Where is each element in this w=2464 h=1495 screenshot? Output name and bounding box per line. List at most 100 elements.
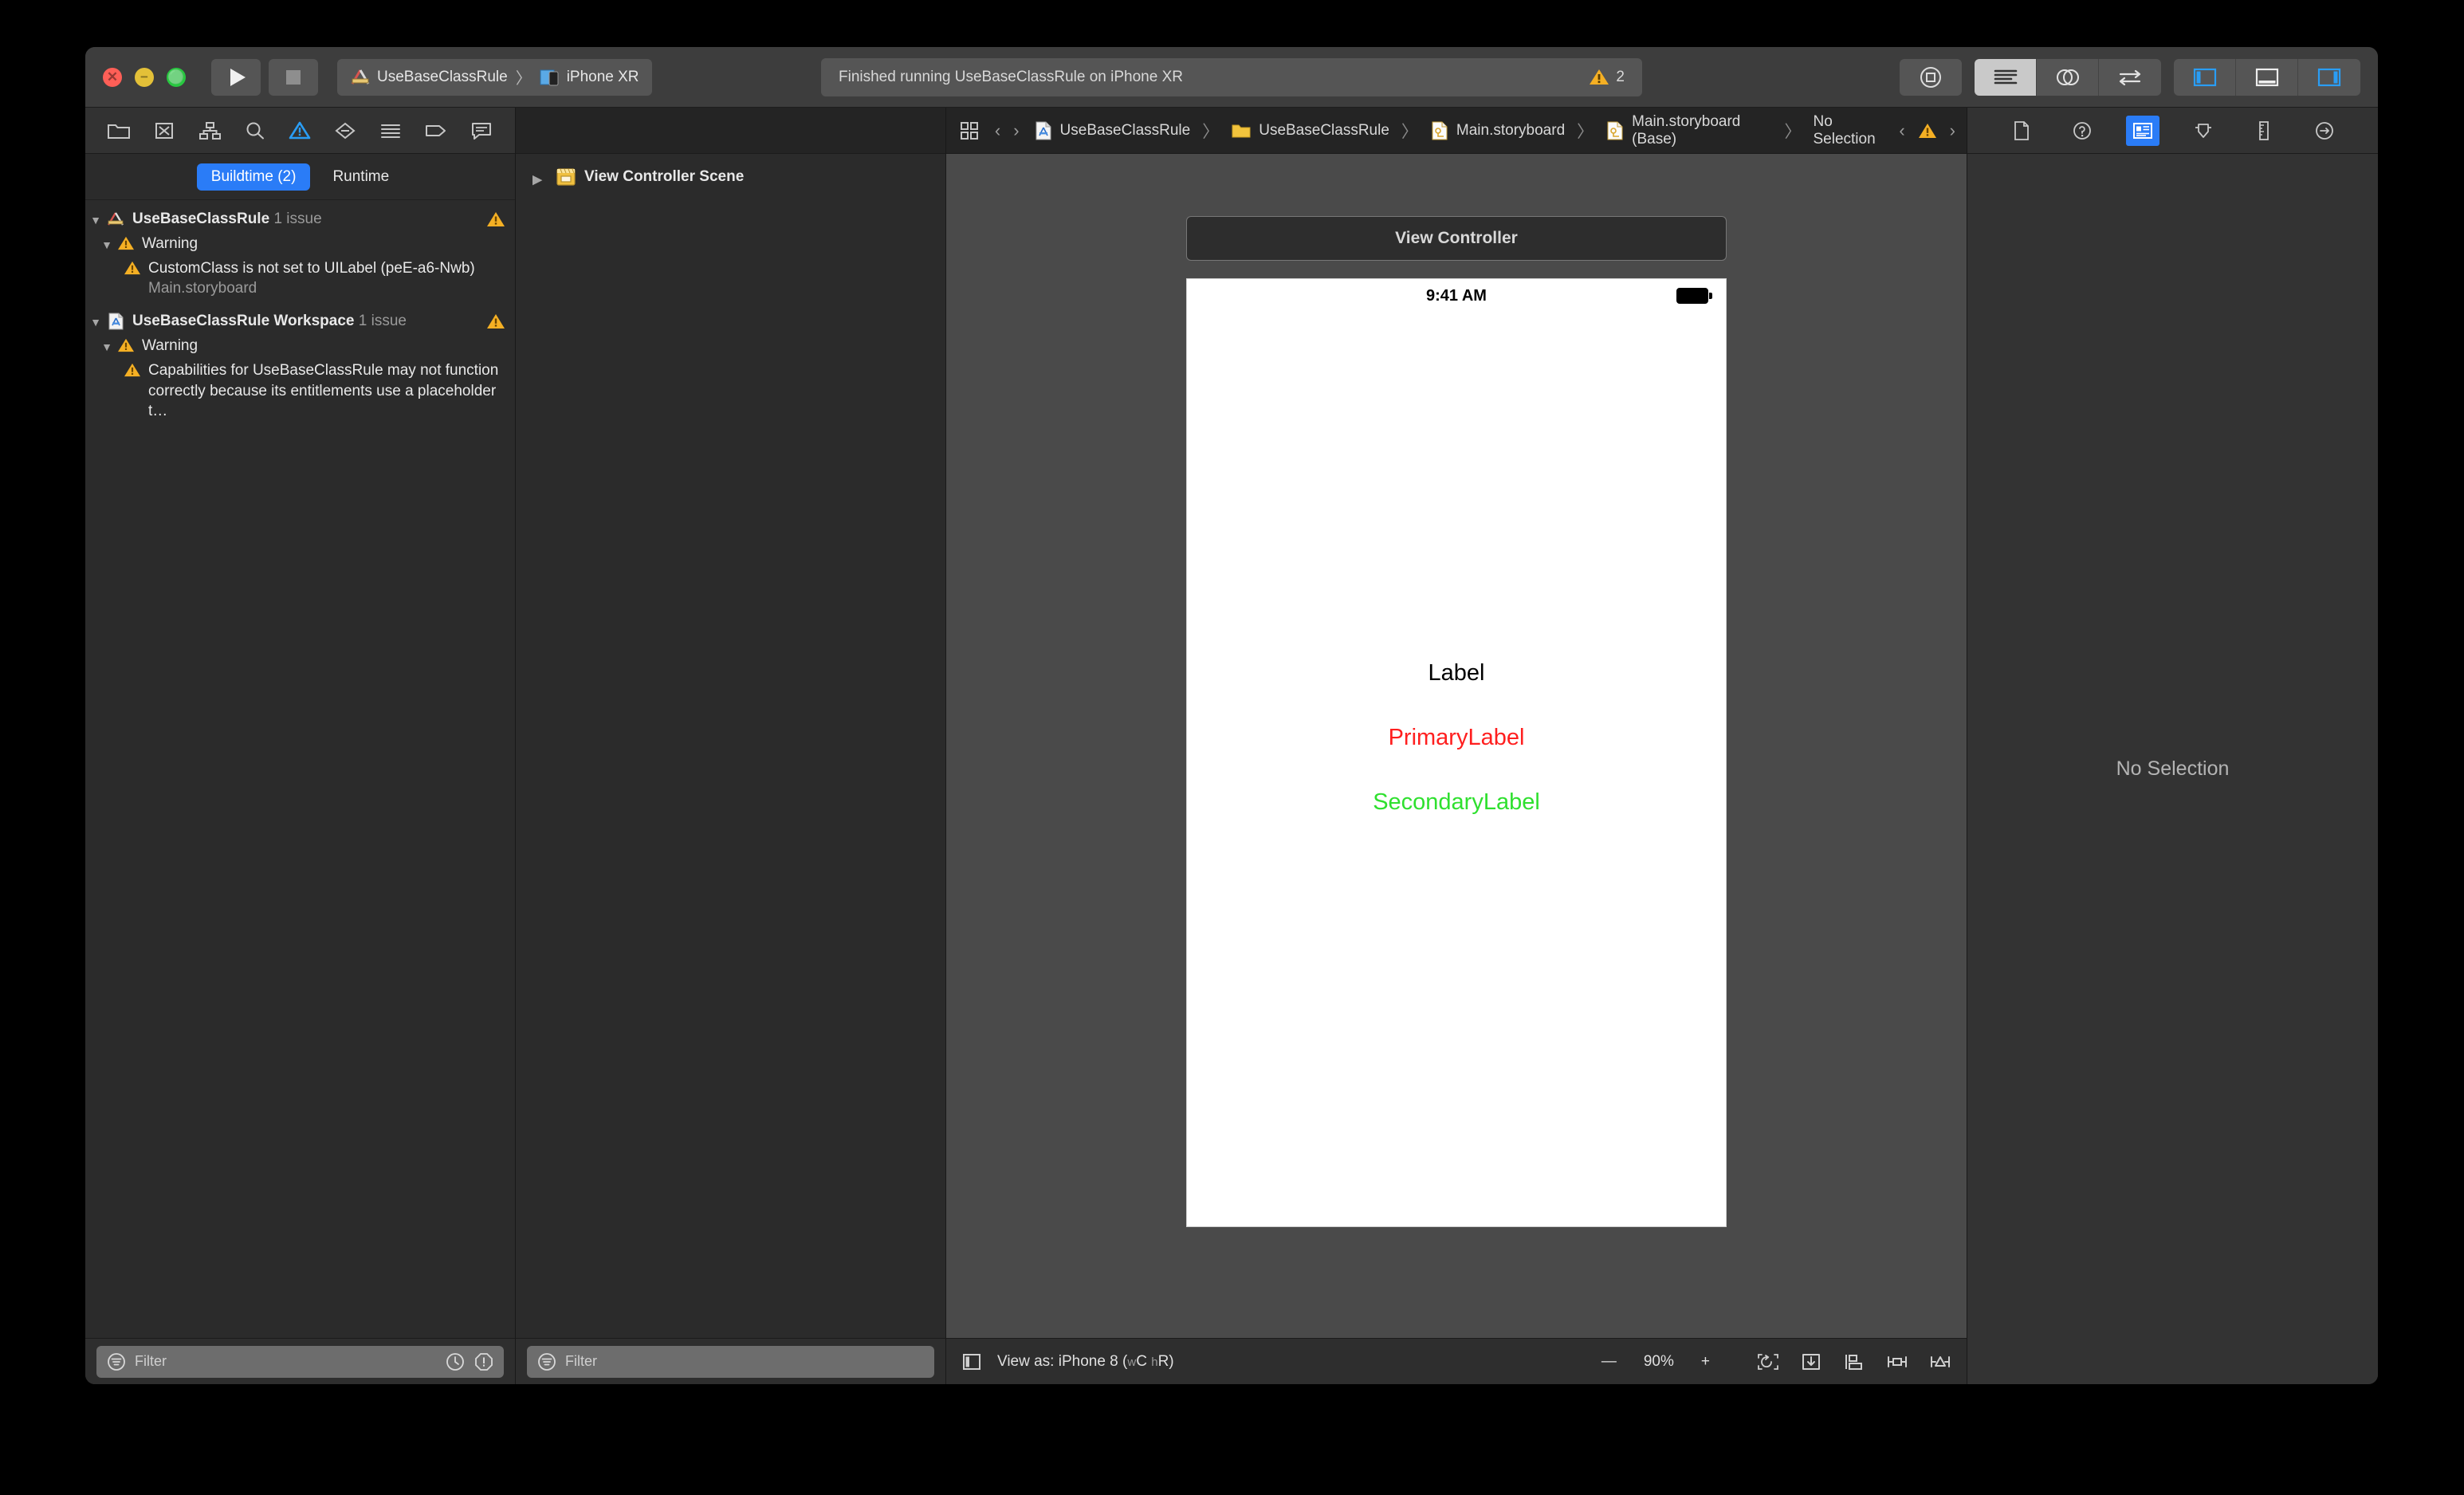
jump-bar-warning-icon[interactable] — [1918, 122, 1937, 140]
zoom-out-button[interactable]: — — [1601, 1353, 1617, 1371]
filter-icon — [108, 1352, 125, 1371]
issue-severity-row[interactable]: ▼ Warning — [85, 231, 515, 256]
identity-inspector-tab[interactable] — [2125, 115, 2159, 146]
breadcrumb-item-storyboard-base[interactable]: Main.storyboard (Base) — [1605, 113, 1772, 148]
breadcrumb-label: No Selection — [1813, 112, 1876, 148]
assistant-editor-button[interactable] — [2037, 58, 2099, 96]
zoom-button[interactable]: ⚪ — [167, 67, 186, 87]
test-navigator-tab[interactable] — [327, 115, 364, 147]
activity-status-bar[interactable]: Finished running UseBaseClassRule on iPh… — [821, 57, 1642, 96]
outline-filter-bar: Filter — [516, 1338, 945, 1384]
document-outline-list: ▶ View Controller Scene — [516, 154, 945, 1338]
connections-inspector-tab[interactable] — [2308, 116, 2341, 146]
label-default[interactable]: Label — [1187, 662, 1726, 685]
issue-group-title: UseBaseClassRule Workspace — [132, 313, 355, 330]
document-outline-toggle-button[interactable] — [961, 1351, 983, 1372]
disclosure-triangle-icon[interactable]: ▶ — [527, 168, 548, 187]
navigator-filter-field[interactable]: Filter — [96, 1345, 504, 1378]
scene-title-bar[interactable]: View Controller — [1186, 216, 1727, 261]
issue-row[interactable]: CustomClass is not set to UILabel (peE-a… — [85, 256, 515, 301]
issue-row[interactable]: Capabilities for UseBaseClassRule may no… — [85, 358, 515, 423]
debug-area-toggle-button[interactable] — [2236, 58, 2298, 96]
navigator-toggle-button[interactable] — [2174, 58, 2236, 96]
jump-bar: ‹ › UseBaseClassRule 〉 UseBaseClassRule … — [946, 108, 1967, 154]
issue-next-button[interactable]: › — [1950, 120, 1955, 141]
status-warning-count[interactable]: 2 — [1589, 68, 1625, 87]
disclosure-triangle-icon[interactable]: ▼ — [96, 234, 117, 252]
run-button[interactable] — [211, 58, 261, 96]
issue-group-row[interactable]: ▼ UseBaseClassRule 1 issue — [85, 207, 515, 231]
breakpoint-diamond-icon — [335, 122, 356, 139]
project-navigator-tab[interactable] — [100, 115, 137, 147]
jump-bar-forward-button[interactable]: › — [1013, 120, 1019, 141]
find-navigator-tab[interactable] — [237, 115, 273, 147]
error-octagon-icon — [475, 1352, 493, 1371]
attributes-inspector-tab[interactable] — [2187, 116, 2220, 146]
navigator-tab-bar — [85, 108, 515, 154]
view-as-control[interactable]: View as: iPhone 8 (wC hR) — [997, 1353, 1174, 1371]
xcode-project-icon — [351, 69, 370, 85]
breadcrumb-item-storyboard[interactable]: Main.storyboard — [1430, 120, 1565, 141]
embed-in-button[interactable] — [1799, 1351, 1823, 1372]
issue-group-count: 1 issue — [273, 210, 322, 227]
xcode-workspace-icon — [106, 311, 125, 330]
scope-buildtime-button[interactable]: Buildtime (2) — [196, 163, 311, 191]
breadcrumb-item-folder[interactable]: UseBaseClassRule — [1231, 121, 1389, 140]
errors-filter-toggle[interactable] — [474, 1351, 494, 1372]
stop-button[interactable] — [269, 58, 318, 96]
resolve-issues-button[interactable] — [1928, 1351, 1952, 1372]
view-as-height-class-prefix: h — [1151, 1355, 1158, 1369]
minimize-button[interactable]: − — [135, 67, 154, 87]
outline-item-view-controller-scene[interactable]: ▶ View Controller Scene — [516, 163, 945, 191]
recent-filter-toggle[interactable] — [445, 1351, 466, 1372]
size-inspector-tab[interactable] — [2247, 116, 2281, 146]
jump-bar-back-button[interactable]: ‹ — [995, 120, 1000, 141]
align-button[interactable] — [1842, 1351, 1866, 1372]
version-editor-button[interactable] — [2099, 59, 2161, 96]
add-constraints-button[interactable] — [1885, 1351, 1909, 1372]
close-button[interactable]: ✕ — [103, 67, 122, 87]
source-control-icon — [155, 122, 174, 139]
zoom-in-button[interactable]: + — [1701, 1353, 1710, 1371]
file-inspector-tab[interactable] — [2005, 116, 2038, 146]
debug-navigator-tab[interactable] — [372, 115, 409, 147]
breadcrumb-item-selection[interactable]: No Selection — [1813, 113, 1891, 148]
disclosure-triangle-icon[interactable]: ▼ — [85, 311, 106, 329]
toolbar-right-controls — [1900, 58, 2360, 96]
warning-icon — [478, 311, 505, 330]
search-icon — [246, 122, 264, 139]
scope-runtime-button[interactable]: Runtime — [318, 163, 403, 191]
scheme-selector[interactable]: UseBaseClassRule 〉 iPhone XR — [337, 58, 652, 96]
related-items-icon[interactable] — [957, 120, 982, 141]
issue-scope-switcher: Buildtime (2) Runtime — [85, 154, 515, 200]
quick-help-inspector-tab[interactable] — [2065, 116, 2099, 146]
standard-editor-icon — [1994, 69, 2017, 84]
device-preview[interactable]: 9:41 AM Label PrimaryLabel SecondaryLabe… — [1186, 278, 1727, 1227]
outline-filter-field[interactable]: Filter — [527, 1345, 934, 1378]
issue-previous-button[interactable]: ‹ — [1899, 120, 1904, 141]
source-control-navigator-tab[interactable] — [146, 115, 183, 147]
breakpoint-navigator-tab[interactable] — [418, 115, 454, 147]
disclosure-triangle-icon[interactable]: ▼ — [96, 336, 117, 354]
inspector-toggle-button[interactable] — [2298, 59, 2360, 96]
status-time-label: 9:41 AM — [1426, 286, 1487, 305]
warning-icon — [117, 234, 135, 251]
interface-builder-canvas[interactable]: View Controller 9:41 AM Label PrimaryLab… — [946, 154, 1967, 1338]
issue-severity-row[interactable]: ▼ Warning — [85, 333, 515, 358]
issue-navigator-tab[interactable] — [281, 115, 318, 147]
report-navigator-tab[interactable] — [463, 115, 500, 147]
view-as-width-class: C — [1136, 1352, 1147, 1370]
label-secondary[interactable]: SecondaryLabel — [1187, 791, 1726, 814]
xcode-project-icon — [106, 209, 125, 228]
breadcrumb-item-workspace[interactable]: UseBaseClassRule — [1034, 120, 1190, 141]
view-controller-scene[interactable]: View Controller 9:41 AM Label PrimaryLab… — [1186, 216, 1727, 1227]
library-button[interactable] — [1900, 58, 1962, 96]
standard-editor-button[interactable] — [1975, 58, 2037, 96]
window-body: Buildtime (2) Runtime ▼ UseBaseClassRule… — [85, 108, 2378, 1384]
label-primary[interactable]: PrimaryLabel — [1187, 726, 1726, 749]
disclosure-triangle-icon[interactable]: ▼ — [85, 209, 106, 227]
update-frames-button[interactable] — [1756, 1351, 1780, 1372]
issue-group-row[interactable]: ▼ UseBaseClassRule Workspace 1 issue — [85, 309, 515, 333]
symbol-navigator-tab[interactable] — [191, 115, 228, 147]
left-panel-icon — [2193, 68, 2216, 86]
